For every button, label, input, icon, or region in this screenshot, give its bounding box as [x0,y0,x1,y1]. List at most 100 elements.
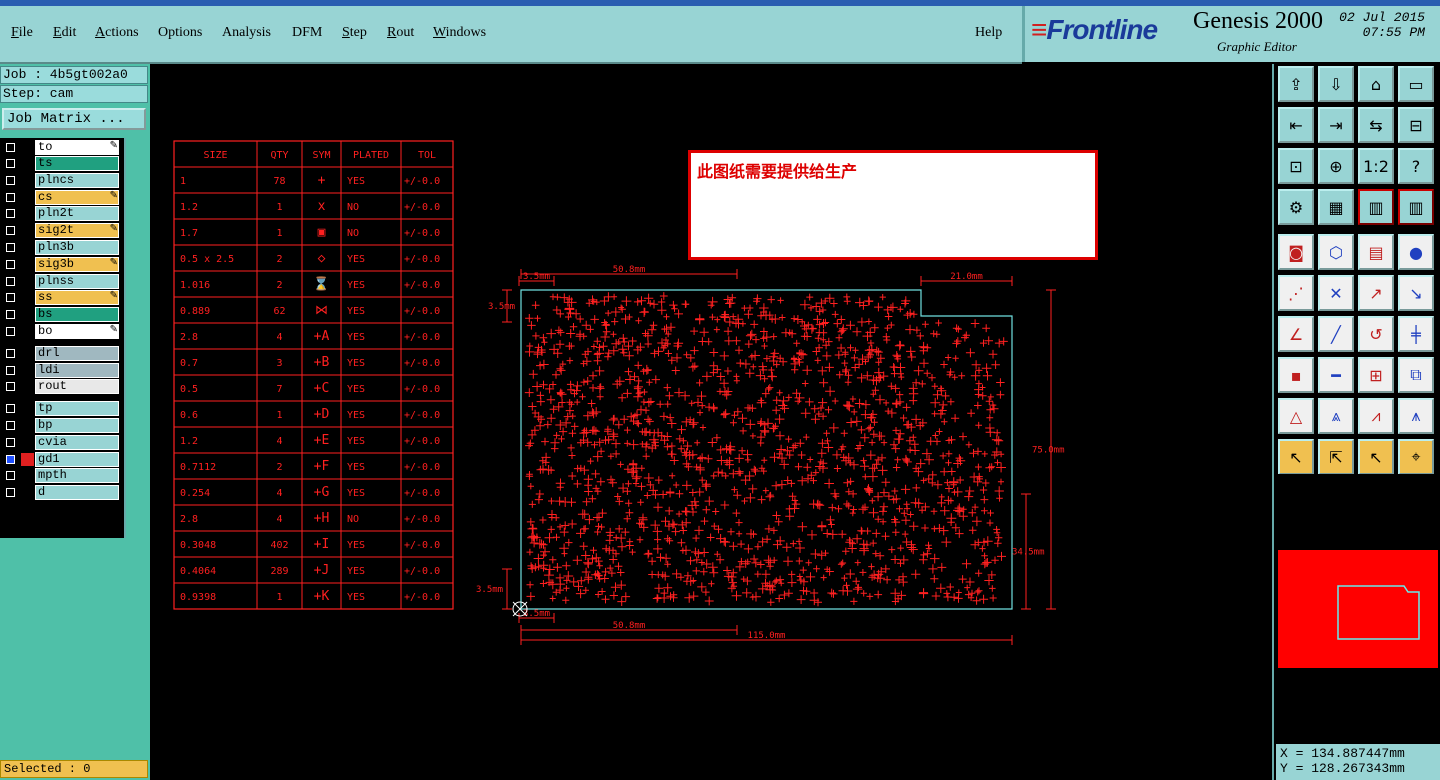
window-icon[interactable]: ▭ [1398,66,1434,102]
grid-view-icon[interactable]: ▦ [1318,189,1354,225]
layer-checkbox[interactable] [6,437,15,447]
graphic-canvas[interactable]: SIZE QTY SYM PLATED TOL 1 78 + YES +/-0.0 1.2 1 x NO +… [152,64,1270,780]
select-icon[interactable]: ↖ [1278,439,1314,475]
layer-row-ts[interactable]: ts [0,156,122,171]
layer-row-bp[interactable]: bp [0,418,122,433]
layer-row-ss[interactable]: ss ✎ [0,290,122,306]
layer-row-pln2t[interactable]: pln2t [0,206,122,222]
layer-checkbox[interactable] [6,382,15,392]
layer-checkbox[interactable] [6,143,15,152]
layer-name[interactable]: ldi [35,362,119,378]
minus-icon[interactable]: ━ [1318,357,1354,393]
layer-checkbox[interactable] [6,348,15,358]
layer-name[interactable]: pln2t [35,206,119,222]
ruler-icon[interactable]: ▤ [1358,234,1394,270]
layer-row-d[interactable]: d [0,485,122,501]
layer-row-sig3b[interactable]: sig3b ✎ [0,256,122,272]
layer-icon-b[interactable]: ▥ [1398,189,1434,225]
layer-color-swatch[interactable] [21,141,34,154]
menu-rout[interactable]: Rout [387,25,414,41]
layer-name[interactable]: cvia [35,434,119,450]
tools-icon[interactable]: ⚙ [1278,189,1314,225]
menu-windows[interactable]: Windows [433,25,486,41]
tri-c-icon[interactable]: ⩘ [1358,398,1394,434]
layer-checkbox[interactable] [6,276,15,286]
layer-name[interactable]: bp [35,418,119,433]
layer-row-plncs[interactable]: plncs [0,172,122,188]
menu-dfm[interactable]: DFM [292,25,322,41]
layer-color-swatch[interactable] [21,257,34,271]
layer-color-swatch[interactable] [21,207,34,221]
layer-name[interactable]: bo [35,324,119,339]
box-icon[interactable]: ⊞ [1358,357,1394,393]
layer-row-mpth[interactable]: mpth [0,468,122,484]
pad-icon[interactable]: ◙ [1278,234,1314,270]
layer-name[interactable]: drl [35,345,119,361]
home-icon[interactable]: ⌂ [1358,66,1394,102]
layer-row-cvia[interactable]: cvia [0,434,122,450]
layer-color-swatch[interactable] [21,190,34,204]
select-box-icon[interactable]: ⇱ [1318,439,1354,475]
layer-row-drl[interactable]: drl [0,345,122,361]
ratio-icon[interactable]: 1:2 [1358,148,1394,184]
arc-icon[interactable]: ↺ [1358,316,1394,352]
tri-d-icon[interactable]: ⩚ [1398,398,1434,434]
layer-name[interactable]: to [35,140,119,155]
line-to-icon[interactable]: ↗ [1358,275,1394,311]
help-icon[interactable]: ? [1398,148,1434,184]
layer-name[interactable]: mpth [35,468,119,484]
layer-row-rout[interactable]: rout [0,379,122,395]
layer-color-swatch[interactable] [21,486,34,500]
layer-color-swatch[interactable] [21,308,34,322]
layer-checkbox[interactable] [6,365,15,375]
menu-edit[interactable]: Edit [53,25,76,41]
layer-row-cs[interactable]: cs ✎ [0,189,122,205]
select-net-icon[interactable]: ⌖ [1398,439,1434,475]
zoom-fit-icon[interactable]: ⊡ [1278,148,1314,184]
layer-name[interactable]: tp [35,401,119,417]
layer-name[interactable]: gd1 [35,451,119,467]
overview-map[interactable] [1276,474,1440,736]
save-up-icon[interactable]: ⇪ [1278,66,1314,102]
layer-checkbox[interactable] [6,488,15,498]
tri-b-icon[interactable]: ⩓ [1318,398,1354,434]
layer-color-swatch[interactable] [21,363,34,377]
layer-checkbox[interactable] [6,454,15,464]
layer-color-swatch[interactable] [21,241,34,254]
layer-checkbox[interactable] [6,226,15,236]
layer-name[interactable]: cs [35,189,119,205]
menu-options[interactable]: Options [158,25,202,41]
menu-help[interactable]: Help [975,25,1002,41]
export-icon[interactable]: ⇥ [1318,107,1354,143]
layer-name[interactable]: d [35,485,119,501]
layer-color-swatch[interactable] [21,469,34,483]
layer-color-swatch[interactable] [21,452,34,466]
layer-name[interactable]: ts [35,156,119,171]
circle-icon[interactable]: ● [1398,234,1434,270]
layer-name[interactable]: bs [35,307,119,323]
line-icon[interactable]: ╱ [1318,316,1354,352]
layer-name[interactable]: ss [35,290,119,306]
connect-icon[interactable]: ⋰ [1278,275,1314,311]
menu-file[interactable]: File [11,25,33,41]
point-icon[interactable]: ↘ [1398,275,1434,311]
layer-checkbox[interactable] [6,259,15,269]
layer-name[interactable]: sig3b [35,256,119,272]
layer-checkbox[interactable] [6,209,15,219]
grid-icon[interactable]: ⊟ [1398,107,1434,143]
pad-move-icon[interactable]: ▪ [1278,357,1314,393]
layer-name[interactable]: plncs [35,172,119,188]
menu-analysis[interactable]: Analysis [222,25,271,41]
layer-checkbox[interactable] [6,404,15,414]
layer-row-bo[interactable]: bo ✎ [0,324,122,339]
layer-checkbox[interactable] [6,310,15,320]
layer-row-bs[interactable]: bs [0,307,122,323]
layer-color-swatch[interactable] [21,274,34,288]
layer-name[interactable]: pln3b [35,240,119,255]
layer-color-swatch[interactable] [21,157,34,170]
layer-color-swatch[interactable] [21,435,34,449]
layer-color-swatch[interactable] [21,419,34,432]
layer-color-swatch[interactable] [21,224,34,238]
layer-checkbox[interactable] [6,293,15,303]
layer-name[interactable]: plnss [35,273,119,289]
